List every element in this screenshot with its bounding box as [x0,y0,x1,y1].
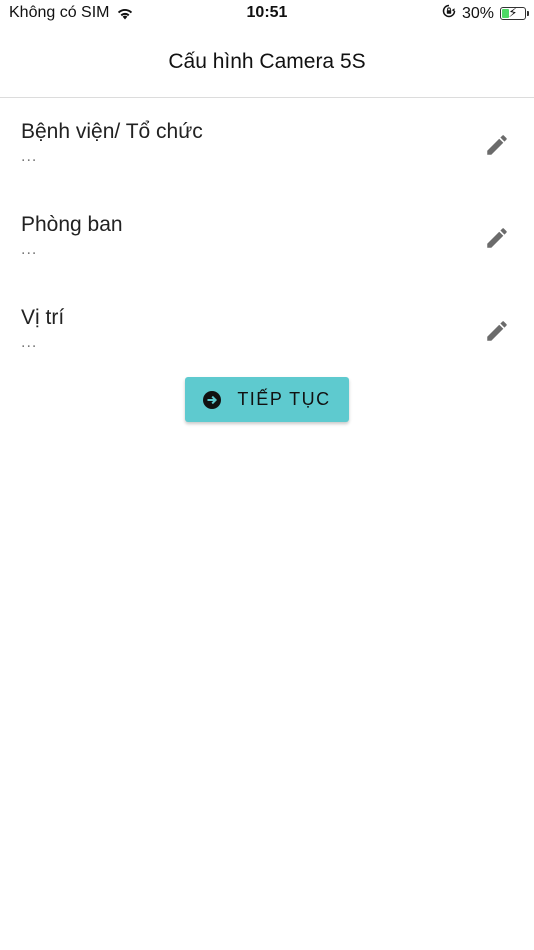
app-header: Cấu hình Camera 5S [0,28,534,98]
setting-item-department: Phòng ban ... [0,191,534,284]
battery-percent: 30% [461,4,494,22]
continue-label: TIẾP TỤC [237,389,331,409]
pencil-icon [487,135,507,155]
edit-department-button[interactable] [484,225,510,251]
page-title: Cấu hình Camera 5S [168,50,366,73]
pencil-icon [487,321,507,341]
orientation-lock-icon [442,4,456,23]
status-bar: Không có SIM 10:51 30% ⚡ [0,0,534,28]
settings-list: Bệnh viện/ Tổ chức ... Phòng ban ... Vị … [0,98,534,377]
setting-label: Vị trí [21,306,65,329]
charging-bolt-icon: ⚡ [508,5,518,20]
continue-button[interactable]: TIẾP TỤC [185,377,349,422]
edit-location-button[interactable] [484,318,510,344]
pencil-icon [487,228,507,248]
setting-item-location: Vị trí ... [0,284,534,377]
setting-value: ... [21,148,38,165]
setting-item-organization: Bệnh viện/ Tổ chức ... [0,98,534,191]
edit-organization-button[interactable] [484,132,510,158]
setting-value: ... [21,334,38,351]
setting-label: Bệnh viện/ Tổ chức [21,120,203,143]
setting-value: ... [21,241,38,258]
arrow-circle-right-icon [203,390,222,409]
battery-charging-icon: ⚡ [500,5,529,20]
setting-label: Phòng ban [21,213,123,236]
status-right: 30% ⚡ [442,4,529,23]
